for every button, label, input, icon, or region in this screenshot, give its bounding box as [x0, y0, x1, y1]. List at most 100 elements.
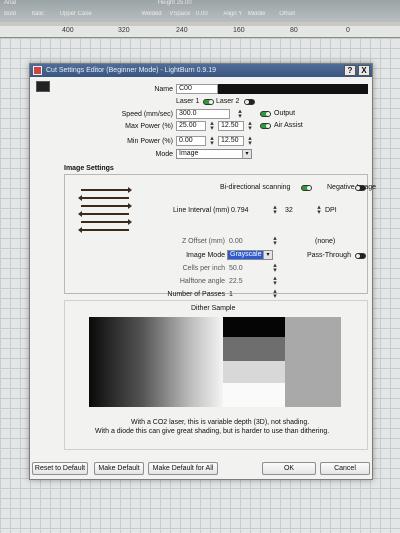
line-interval-spinner[interactable] — [271, 205, 279, 215]
max-power-field-2[interactable]: 12.50 — [218, 121, 244, 131]
min-power-label: Min Power (%) — [127, 138, 173, 145]
negative-image-label: Negative Image — [327, 184, 377, 191]
cut-settings-dialog: Cut Settings Editor (Beginner Mode) - Li… — [29, 63, 376, 480]
vspace-value[interactable]: 0.00 — [196, 11, 208, 17]
dialog-title: Cut Settings Editor (Beginner Mode) - Li… — [46, 67, 217, 74]
halftone-angle-spinner[interactable] — [271, 276, 279, 286]
min-power-field-1[interactable]: 0.00 — [176, 136, 206, 146]
offset-label: Offset — [279, 11, 296, 17]
number-of-passes-label: Number of Passes — [167, 291, 225, 298]
line-interval-value[interactable]: 0.794 — [231, 207, 249, 214]
ruler-tick: 160 — [233, 27, 245, 34]
dpi-label: DPI — [325, 207, 337, 214]
number-of-passes-spinner[interactable] — [271, 289, 279, 299]
ruler-tick: 80 — [290, 27, 298, 34]
ruler-tick: 240 — [176, 27, 188, 34]
layer-color-swatch — [36, 81, 50, 92]
image-settings-group: Bi-directional scanning Negative Image L… — [64, 174, 376, 298]
dither-note-line-2: With a diode this can give great shading… — [95, 428, 330, 435]
dither-gradient-sample — [89, 317, 223, 407]
ruler-tick: 320 — [118, 27, 130, 34]
chevron-down-icon: ▾ — [263, 251, 272, 259]
dither-white-block — [223, 383, 285, 407]
help-button[interactable]: ? — [344, 65, 356, 76]
ruler-tick: 400 — [62, 27, 74, 34]
ruler-tick: 0 — [346, 27, 350, 34]
max-power-label: Max Power (%) — [125, 123, 173, 130]
cells-per-inch-value[interactable]: 50.0 — [229, 265, 243, 272]
chevron-down-icon: ▾ — [242, 150, 251, 158]
name-label: Name — [154, 86, 173, 93]
laser2-toggle[interactable] — [244, 99, 255, 105]
negative-image-toggle[interactable] — [355, 185, 366, 191]
dither-note-line-1: With a CO2 laser, this is variable depth… — [131, 419, 310, 426]
dither-black-block — [223, 317, 285, 337]
air-assist-toggle[interactable] — [260, 123, 271, 129]
speed-label: Speed (mm/sec) — [121, 111, 173, 118]
toolbar-row-2: Bold Italic Upper Case Welded VSpace 0.0… — [4, 11, 295, 17]
mode-label: Mode — [155, 151, 173, 158]
image-mode-value: Grayscale — [230, 251, 262, 258]
italic-checkbox[interactable]: Italic — [32, 11, 44, 17]
bidir-scanning-label: Bi-directional scanning — [220, 184, 291, 191]
z-offset-spinner[interactable] — [271, 236, 279, 246]
height-value: Height 25.00 — [157, 0, 192, 6]
speed-spinner[interactable] — [236, 109, 244, 119]
upper-case-checkbox[interactable]: Upper Case — [60, 11, 92, 17]
bidir-scanning-toggle[interactable] — [301, 185, 312, 191]
cells-per-inch-label: Cells per inch — [182, 265, 225, 272]
dialog-title-bar[interactable]: Cut Settings Editor (Beginner Mode) - Li… — [30, 64, 372, 77]
image-mode-label: Image Mode — [186, 252, 225, 259]
pass-through-toggle[interactable] — [355, 253, 366, 259]
dither-step-sample — [223, 317, 341, 407]
dither-dark-gray-block — [223, 337, 285, 361]
min-power-spinner-1[interactable] — [208, 136, 216, 146]
line-interval-label: Line Interval (mm) — [173, 207, 230, 214]
cancel-button[interactable]: Cancel — [320, 462, 370, 475]
image-settings-legend: Image Settings — [64, 165, 114, 172]
dpi-spinner[interactable] — [315, 205, 323, 215]
reset-to-default-button[interactable]: Reset to Default — [32, 462, 88, 475]
mode-select-value: Image — [179, 150, 199, 157]
ok-button[interactable]: OK — [262, 462, 316, 475]
laser1-label: Laser 1 — [176, 98, 200, 105]
min-power-field-2[interactable]: 12.50 — [218, 136, 244, 146]
vspace-label: VSpace — [169, 11, 191, 17]
align-y-label: Align Y — [223, 11, 243, 17]
background-toolbar: Arial Height 25.00 Bold Italic Upper Cas… — [0, 0, 400, 22]
output-toggle[interactable] — [260, 111, 271, 117]
air-assist-label: Air Assist — [274, 122, 303, 129]
cells-per-inch-spinner[interactable] — [271, 263, 279, 273]
z-offset-none: (none) — [315, 238, 336, 245]
z-offset-value[interactable]: 0.00 — [229, 238, 243, 245]
dither-light-gray-block — [223, 361, 285, 383]
scan-direction-icon — [81, 187, 133, 232]
close-button[interactable]: X — [358, 65, 370, 76]
halftone-angle-value[interactable]: 22.5 — [229, 278, 243, 285]
app-icon — [33, 66, 42, 75]
dither-sample-title: Dither Sample — [191, 305, 236, 312]
dpi-value[interactable]: 32 — [285, 207, 293, 214]
min-power-spinner-2[interactable] — [246, 136, 254, 146]
horizontal-ruler: 400 320 240 160 80 0 — [0, 26, 400, 38]
laser1-toggle[interactable] — [203, 99, 214, 105]
max-power-spinner-2[interactable] — [246, 121, 254, 131]
halftone-angle-label: Halftone angle — [179, 278, 225, 285]
bold-checkbox[interactable]: Bold — [4, 11, 16, 17]
output-label: Output — [274, 110, 296, 117]
align-y-select[interactable]: Middle — [248, 11, 266, 17]
max-power-spinner-1[interactable] — [208, 121, 216, 131]
font-name: Arial — [4, 0, 17, 6]
welded-checkbox[interactable]: Welded — [141, 11, 161, 17]
image-mode-select[interactable]: Grayscale ▾ — [227, 250, 273, 260]
name-field[interactable]: C00 — [176, 84, 218, 94]
toolbar-row-1: Arial Height 25.00 — [4, 0, 192, 6]
mode-select[interactable]: Image ▾ — [176, 149, 252, 159]
make-default-button[interactable]: Make Default — [94, 462, 144, 475]
layer-color-bar — [218, 84, 368, 94]
make-default-for-all-button[interactable]: Make Default for All — [148, 462, 218, 475]
speed-field[interactable]: 300.0 — [176, 109, 230, 119]
number-of-passes-value[interactable]: 1 — [229, 291, 233, 298]
max-power-field-1[interactable]: 25.00 — [176, 121, 206, 131]
laser2-label: Laser 2 — [216, 98, 240, 105]
